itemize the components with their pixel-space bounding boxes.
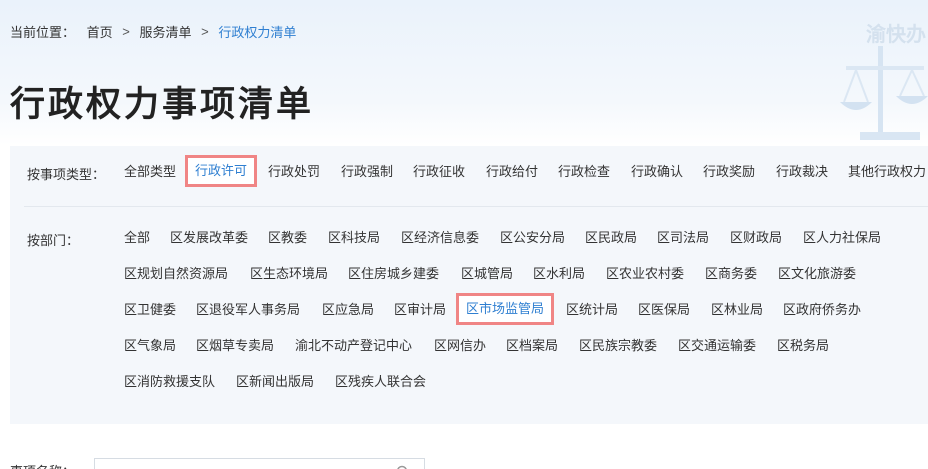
breadcrumb-home-link[interactable]: 首页 (87, 25, 113, 40)
dept-option[interactable]: 区商务委 (705, 266, 757, 282)
dept-option[interactable]: 区消防救援支队 (124, 374, 215, 390)
type-option-penalty[interactable]: 行政处罚 (268, 164, 320, 180)
breadcrumb-services-link[interactable]: 服务清单 (140, 25, 192, 40)
search-icon[interactable] (396, 465, 410, 469)
dept-option[interactable]: 区文化旅游委 (778, 266, 856, 282)
dept-option[interactable]: 区公安分局 (500, 230, 565, 246)
dept-option[interactable]: 区人力社保局 (803, 230, 881, 246)
dept-option[interactable]: 区农业农村委 (606, 266, 684, 282)
type-option-licensing[interactable]: 行政许可 (184, 155, 258, 187)
dept-option[interactable]: 区残疾人联合会 (335, 374, 426, 390)
dept-option[interactable]: 区林业局 (711, 302, 763, 318)
dept-option[interactable]: 区政府侨务办 (783, 302, 861, 318)
dept-option[interactable]: 区卫健委 (124, 302, 176, 318)
dept-option[interactable]: 区网信办 (434, 338, 486, 354)
search-input[interactable] (103, 459, 397, 469)
type-option-inspection[interactable]: 行政检查 (558, 164, 610, 180)
dept-option[interactable]: 区生态环境局 (250, 266, 328, 282)
search-label: 事项名称： (10, 461, 75, 469)
dept-option[interactable]: 区民政局 (585, 230, 637, 246)
dept-option[interactable]: 区司法局 (657, 230, 709, 246)
type-option-adjudication[interactable]: 行政裁决 (776, 164, 828, 180)
filter-divider (24, 206, 928, 207)
type-option-payment[interactable]: 行政给付 (486, 164, 538, 180)
dept-option[interactable]: 区财政局 (730, 230, 782, 246)
dept-option[interactable]: 区档案局 (506, 338, 558, 354)
dept-option[interactable]: 区交通运输委 (678, 338, 756, 354)
dept-option[interactable]: 区住房城乡建委 (348, 266, 439, 282)
dept-option[interactable]: 区民族宗教委 (579, 338, 657, 354)
dept-filter-label: 按部门： (27, 233, 80, 248)
search-box (94, 458, 425, 469)
dept-option-market-supervision[interactable]: 区市场监管局 (455, 293, 555, 325)
dept-option[interactable]: 区退役军人事务局 (196, 302, 300, 318)
dept-option[interactable]: 渝北不动产登记中心 (295, 338, 412, 354)
breadcrumb-lead: 当前位置： (10, 25, 76, 40)
dept-option[interactable]: 区教委 (268, 230, 307, 246)
dept-option[interactable]: 区新闻出版局 (236, 374, 314, 390)
dept-option[interactable]: 区发展改革委 (170, 230, 248, 246)
header-banner: 当前位置： 首页 > 服务清单 > 行政权力清单 渝快办 行政权力事项清单 (0, 0, 928, 145)
breadcrumb-separator: > (201, 24, 209, 39)
page-title: 行政权力事项清单 (10, 85, 315, 124)
type-option-confirmation[interactable]: 行政确认 (631, 164, 683, 180)
dept-option[interactable]: 区规划自然资源局 (124, 266, 228, 282)
type-option-other[interactable]: 其他行政权力 (848, 164, 926, 180)
type-option-all[interactable]: 全部类型 (124, 164, 176, 180)
dept-option[interactable]: 区应急局 (322, 302, 374, 318)
dept-option[interactable]: 区烟草专卖局 (196, 338, 274, 354)
dept-option[interactable]: 区税务局 (777, 338, 829, 354)
breadcrumb-current: 行政权力清单 (218, 25, 297, 40)
breadcrumb: 当前位置： 首页 > 服务清单 > 行政权力清单 (10, 22, 296, 41)
breadcrumb-separator: > (122, 24, 130, 39)
type-option-levy[interactable]: 行政征收 (413, 164, 465, 180)
dept-option[interactable]: 区气象局 (124, 338, 176, 354)
type-option-reward[interactable]: 行政奖励 (703, 164, 755, 180)
dept-option[interactable]: 区经济信息委 (401, 230, 479, 246)
dept-option[interactable]: 区城管局 (461, 266, 513, 282)
dept-option[interactable]: 区审计局 (394, 302, 446, 318)
dept-option[interactable]: 区医保局 (638, 302, 690, 318)
type-filter-label: 按事项类型： (27, 167, 106, 182)
dept-option[interactable]: 区科技局 (328, 230, 380, 246)
dept-option[interactable]: 全部 (124, 230, 150, 246)
filter-panel: 按事项类型： 全部类型 行政许可 行政处罚 行政强制 行政征收 行政给付 行政检… (10, 146, 928, 424)
balance-scale-icon (840, 46, 928, 140)
dept-option[interactable]: 区水利局 (533, 266, 585, 282)
dept-option[interactable]: 区统计局 (566, 302, 618, 318)
type-option-enforcement[interactable]: 行政强制 (341, 164, 393, 180)
